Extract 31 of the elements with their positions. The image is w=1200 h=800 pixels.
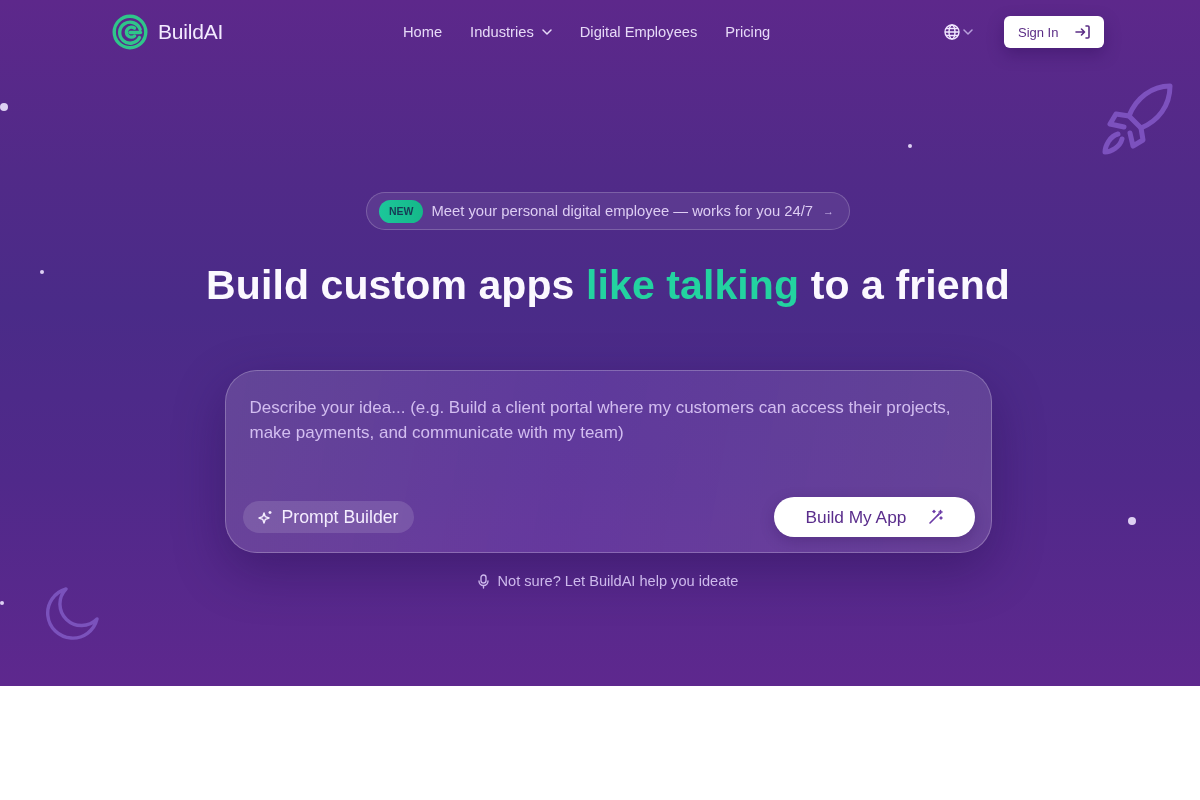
moon-icon — [44, 586, 100, 642]
star-dot-icon — [0, 601, 4, 605]
ideate-link[interactable]: Not sure? Let BuildAI help you ideate — [477, 571, 739, 591]
announcement-text: Meet your personal digital employee — works for you 24/7 — [431, 203, 814, 219]
nav-link[interactable]: Industries — [470, 24, 552, 40]
sign-in-button[interactable]: Sign In — [1004, 16, 1104, 48]
hero-heading: Build custom apps like talking to a friend — [206, 261, 1010, 310]
microphone-icon — [477, 573, 489, 589]
brand-name: BuildAI — [158, 20, 224, 44]
language-button[interactable] — [944, 24, 973, 40]
sign-in-icon — [1075, 25, 1090, 39]
idea-input[interactable]: Describe your idea... (e.g. Build a client portal where my customers can access their projects, make payments, and communicate with my team) — [241, 395, 975, 489]
star-dot-icon — [1128, 517, 1136, 525]
star-dot-icon — [0, 103, 8, 111]
caret-icon — [963, 29, 973, 35]
nav-link[interactable]: Digital Employees — [579, 24, 698, 40]
globe-icon — [944, 24, 960, 40]
announcement-pill[interactable]: NEW Meet your personal digital employee — works for you 24/7 → — [365, 192, 851, 230]
prompt-box[interactable]: Describe your idea... (e.g. Build a client portal where my customers can access their projects, make payments, and communicate with my team) Prompt Builder Build My App — [224, 370, 992, 553]
magic-wand-icon — [927, 509, 944, 525]
prompt-builder-button[interactable]: Prompt Builder — [242, 501, 414, 533]
nav-link[interactable]: Home — [402, 24, 443, 40]
caret-icon — [541, 29, 552, 35]
logo-icon — [112, 14, 148, 50]
build-app-button[interactable]: Build My App — [773, 497, 975, 537]
nav-link[interactable]: Pricing — [725, 24, 771, 40]
arrow-icon: → — [823, 205, 835, 217]
sparkles-icon — [257, 509, 273, 525]
star-dot-icon — [908, 144, 912, 148]
new-badge: NEW — [378, 199, 424, 223]
star-dot-icon — [40, 270, 44, 274]
